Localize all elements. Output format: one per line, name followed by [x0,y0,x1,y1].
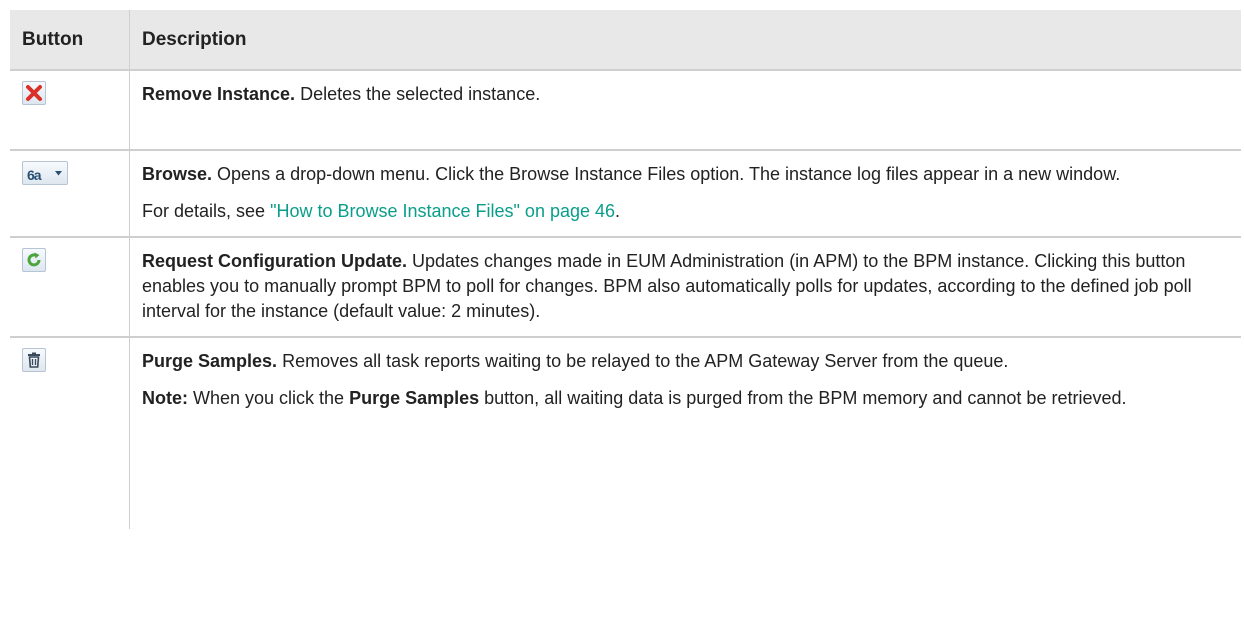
buttons-table: Button Description Remove Instance. Dele… [10,10,1241,529]
row-description: Remove Instance. Deletes the selected in… [142,82,1229,107]
button-cell [10,337,130,529]
row-text: Removes all task reports waiting to be r… [277,351,1009,371]
chevron-down-icon [55,171,62,176]
button-cell: 6a [10,150,130,238]
row-title: Purge Samples. [142,351,278,371]
row-description: Purge Samples. Removes all task reports … [142,349,1229,374]
table-row: Request Configuration Update. Updates ch… [10,237,1241,338]
description-cell: Remove Instance. Deletes the selected in… [129,70,1241,151]
table-row: 6a Browse. Opens a drop-down menu. Click… [10,150,1241,238]
header-button: Button [10,10,130,71]
trash-can-icon[interactable] [22,348,46,372]
table-header-row: Button Description [10,10,1241,71]
row-text: Deletes the selected instance. [295,84,541,104]
button-cell [10,237,130,338]
description-cell: Request Configuration Update. Updates ch… [129,237,1241,338]
note-label: Note: [142,388,188,408]
details-suffix: . [615,201,621,221]
row-text: Opens a drop-down menu. Click the Browse… [212,164,1121,184]
refresh-arrow-icon[interactable] [22,248,46,272]
row-note: Note: When you click the Purge Samples b… [142,386,1229,411]
table-row: Remove Instance. Deletes the selected in… [10,70,1241,151]
row-description: Request Configuration Update. Updates ch… [142,249,1229,324]
remove-x-icon[interactable] [22,81,46,105]
note-bold: Purge Samples [349,388,480,408]
glasses-icon: 6a [27,167,42,183]
description-cell: Purge Samples. Removes all task reports … [130,337,1242,529]
description-cell: Browse. Opens a drop-down menu. Click th… [129,150,1241,238]
details-link[interactable]: "How to Browse Instance Files" on page 4… [270,201,615,221]
row-details: For details, see "How to Browse Instance… [142,199,1229,224]
browse-glasses-dropdown-icon[interactable]: 6a [22,161,68,185]
button-cell [10,70,130,151]
row-description: Browse. Opens a drop-down menu. Click th… [142,162,1229,187]
row-title: Request Configuration Update. [142,251,407,271]
row-title: Browse. [142,164,213,184]
row-title: Remove Instance. [142,84,296,104]
header-description: Description [129,10,1241,71]
details-prefix: For details, see [142,201,271,221]
table-row: Purge Samples. Removes all task reports … [10,337,1241,529]
note-text-pre: When you click the [188,388,350,408]
note-text-post: button, all waiting data is purged from … [479,388,1127,408]
